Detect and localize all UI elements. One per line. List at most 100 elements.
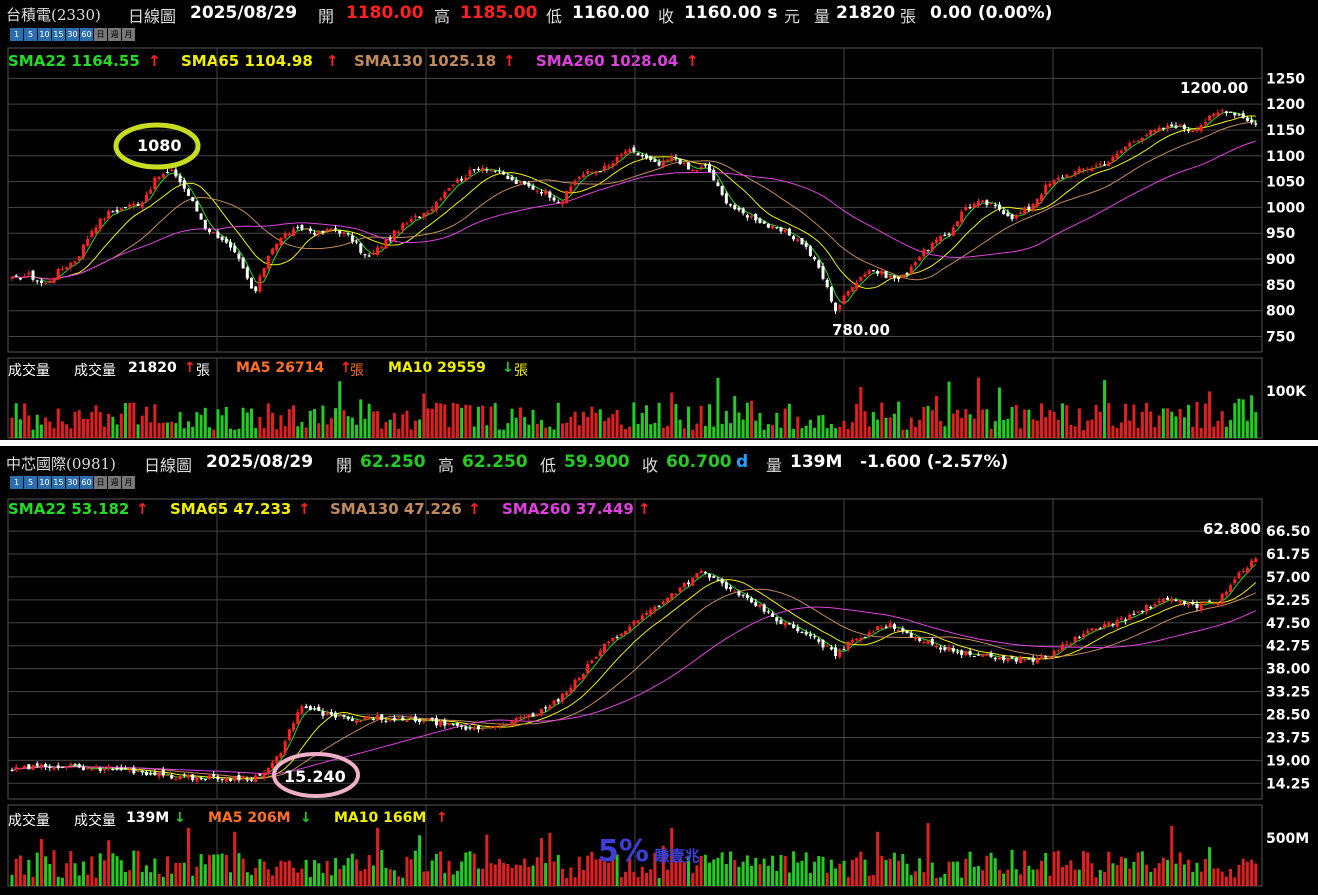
volume-bar	[165, 856, 169, 886]
volume-bar	[775, 412, 779, 438]
volume-bar	[262, 428, 266, 438]
volume-bar	[1187, 404, 1191, 438]
candle-body	[60, 766, 64, 768]
volume-bar	[1031, 869, 1035, 886]
volume-bar	[279, 860, 283, 886]
volume-bar	[871, 412, 875, 438]
candle-body	[607, 641, 611, 644]
volume-bar	[418, 835, 422, 886]
candle-body	[535, 190, 539, 192]
candle-body	[817, 260, 821, 268]
volume-bar	[1203, 403, 1207, 438]
volume-bar	[140, 871, 144, 886]
candle-body	[48, 281, 52, 284]
annotation-circle-label: 15.240	[284, 767, 346, 786]
candle-body	[855, 282, 859, 289]
candle-body	[485, 727, 489, 729]
candle-body	[649, 609, 653, 615]
volume-bar	[107, 413, 111, 438]
volume-bar	[1237, 864, 1241, 886]
candle-body	[666, 598, 670, 603]
candle-body	[724, 582, 728, 589]
candle-body	[157, 176, 161, 179]
candle-body	[308, 228, 312, 232]
volume-bar	[552, 429, 556, 438]
candle-body	[81, 767, 85, 771]
candle-body	[111, 211, 115, 213]
volume-bar	[1178, 408, 1182, 438]
candle-body	[989, 652, 993, 657]
volume-bar	[430, 860, 434, 886]
candle-body	[1229, 111, 1233, 113]
candle-body	[409, 717, 413, 719]
volume-bar	[300, 421, 304, 438]
volume-bar	[250, 408, 254, 438]
volume-bar	[132, 402, 136, 438]
volume-bar	[913, 426, 917, 438]
volume-bar	[350, 853, 354, 886]
volume-bar	[1103, 380, 1107, 438]
candle-body	[985, 653, 989, 656]
volume-bar	[430, 408, 434, 438]
volume-bar	[628, 426, 632, 438]
y-tick-label: 800	[1266, 304, 1295, 320]
candle-body	[884, 271, 888, 278]
volume-bar	[1002, 873, 1006, 886]
volume-bar	[1254, 863, 1258, 886]
volume-bar	[119, 413, 123, 438]
candle-body	[556, 201, 560, 203]
candle-body	[481, 167, 485, 172]
volume-bar	[422, 871, 426, 886]
volume-bar	[31, 429, 35, 438]
candle-body	[426, 719, 430, 721]
candle-body	[628, 626, 632, 632]
volume-bar	[800, 428, 804, 438]
sma65-line	[11, 579, 1257, 780]
candle-body	[1254, 123, 1258, 125]
candle-body	[678, 158, 682, 165]
candle-body	[451, 184, 455, 187]
candle-body	[972, 656, 976, 658]
volume-bar	[934, 395, 938, 438]
watermark-small: 賺壹兆	[654, 847, 700, 865]
volume-bar	[186, 827, 190, 886]
candle-body	[855, 638, 859, 641]
candle-body	[1187, 604, 1191, 606]
volume-bar	[1044, 417, 1048, 438]
candle-body	[1010, 214, 1014, 220]
candle-body	[804, 242, 808, 247]
volume-bar	[1086, 420, 1090, 438]
candle-body	[981, 200, 985, 203]
volume-bar	[1056, 850, 1060, 886]
volume-bar	[922, 872, 926, 886]
volume-bar	[56, 876, 60, 886]
volume-bar	[960, 418, 964, 438]
volume-bar	[1082, 851, 1086, 886]
candle-body	[262, 268, 266, 278]
volume-bar	[548, 426, 552, 438]
y-tick-label: 1250	[1266, 71, 1305, 87]
candle-body	[472, 727, 476, 730]
candle-body	[1254, 558, 1258, 563]
candle-body	[1069, 643, 1073, 645]
volume-bar	[1174, 416, 1178, 438]
volume-bar	[691, 873, 695, 886]
y-tick-label: 23.75	[1266, 730, 1310, 746]
candle-body	[745, 215, 749, 218]
watermark-big: 5%	[598, 834, 649, 869]
volume-bar	[981, 409, 985, 438]
candle-body	[565, 692, 569, 696]
candle-body	[531, 185, 535, 190]
volume-tick-label: 500M	[1266, 831, 1309, 847]
volume-bar	[86, 874, 90, 886]
volume-bar	[750, 865, 754, 886]
volume-bar	[65, 863, 69, 886]
sma22-line	[11, 564, 1257, 781]
candle-body	[128, 204, 132, 207]
candle-body	[913, 636, 917, 640]
candle-body	[1077, 637, 1081, 639]
candle-body	[18, 768, 22, 770]
volume-bar	[989, 852, 993, 886]
candle-body	[69, 764, 73, 766]
volume-bar	[1061, 867, 1065, 886]
